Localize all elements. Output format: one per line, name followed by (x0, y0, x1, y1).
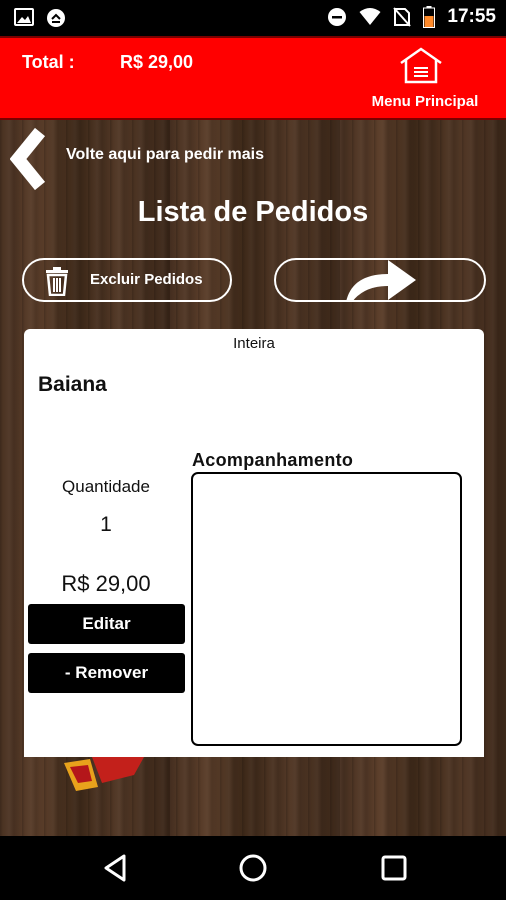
accompaniment-label: Acompanhamento (192, 450, 354, 470)
quantity-label: Quantidade (62, 477, 150, 496)
total-label: Total : (22, 52, 75, 72)
house-icon (398, 46, 444, 89)
trash-icon (44, 266, 70, 301)
decorative-pepper-image (64, 757, 154, 798)
remove-button[interactable]: - Remover (28, 653, 185, 693)
quantity-value: 1 (100, 513, 112, 536)
order-card: Inteira Baiana Quantidade 1 R$ 29,00 Edi… (24, 329, 484, 757)
item-name: Baiana (38, 373, 107, 396)
share-arrow-icon (342, 260, 418, 307)
next-button[interactable] (274, 258, 486, 302)
delete-orders-label: Excluir Pedidos (90, 271, 203, 288)
sync-icon (46, 8, 66, 28)
main-menu-button[interactable]: Menu Principal (360, 44, 490, 116)
total-value: R$ 29,00 (120, 52, 194, 72)
status-bar: 17:55 (0, 0, 506, 36)
accompaniment-box (191, 472, 462, 746)
page-title: Lista de Pedidos (137, 196, 369, 228)
edit-button[interactable]: Editar (28, 604, 185, 644)
item-size: Inteira (233, 335, 275, 352)
back-link[interactable]: Volte aqui para pedir mais (9, 127, 410, 191)
nav-recent-icon[interactable] (376, 850, 412, 886)
wifi-icon (359, 8, 381, 26)
delete-orders-button[interactable]: Excluir Pedidos (22, 258, 232, 302)
chevron-left-icon (9, 127, 56, 195)
status-time: 17:55 (447, 6, 496, 27)
nav-back-icon[interactable] (98, 850, 134, 886)
navigation-bar (0, 836, 506, 900)
no-sim-icon (393, 7, 412, 27)
header-bar: Total : R$ 29,00 Menu Principal (0, 36, 506, 120)
main-menu-label: Menu Principal (371, 93, 479, 110)
back-link-text: Volte aqui para pedir mais (66, 146, 264, 163)
nav-home-icon[interactable] (235, 850, 271, 886)
minus-circle-icon (327, 7, 347, 27)
image-icon (14, 8, 34, 28)
item-price: R$ 29,00 (61, 571, 151, 596)
battery-icon (423, 6, 436, 28)
